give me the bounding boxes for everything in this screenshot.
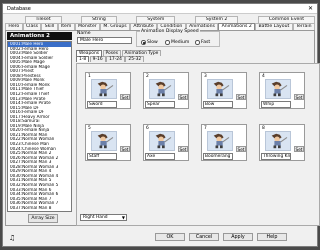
- ok-button[interactable]: OK: [155, 233, 185, 241]
- list-item[interactable]: 0037:Normal Man 8: [8, 206, 71, 211]
- weapon-name-field[interactable]: Spear: [145, 101, 175, 108]
- weapon-name-field[interactable]: Bow: [203, 101, 233, 108]
- speed-radio-fast[interactable]: Fast: [195, 40, 210, 45]
- music-note-icon[interactable]: ♫: [9, 234, 15, 242]
- hero-sprite-icon: [207, 131, 233, 151]
- hero-sprite-icon: [207, 79, 233, 99]
- range-tab[interactable]: 17-24: [106, 56, 125, 62]
- list-header: Animations 2: [7, 32, 72, 40]
- cancel-button[interactable]: Cancel: [189, 233, 219, 241]
- set-button[interactable]: Set: [236, 94, 246, 100]
- tab-content: Animations 2 0001:Male Hero 0002:Female H…: [5, 29, 320, 226]
- close-icon[interactable]: ✕: [308, 5, 313, 12]
- apply-button[interactable]: Apply: [223, 233, 253, 241]
- weapon-cell: 3 Set Bow: [201, 72, 247, 109]
- tab-battle-layout[interactable]: Battle Layout: [255, 23, 293, 30]
- speed-group: Animation Display Speed Slow Medium Fast: [136, 29, 220, 47]
- tab-blank: [238, 16, 258, 23]
- tab-hero[interactable]: Hero: [5, 23, 23, 30]
- tab-blank: [175, 16, 195, 23]
- tab-system-2[interactable]: System 2: [194, 16, 239, 23]
- radio-icon: [165, 40, 170, 45]
- speed-radio-slow[interactable]: Slow: [141, 40, 158, 45]
- set-button[interactable]: Set: [294, 146, 304, 152]
- hero-sprite-icon: [91, 131, 117, 151]
- range-tab[interactable]: 1-8: [76, 56, 90, 62]
- tab-class[interactable]: Class: [22, 23, 42, 30]
- name-field[interactable]: Male Hero: [77, 37, 132, 44]
- set-button[interactable]: Set: [236, 146, 246, 152]
- radio-icon: [141, 40, 146, 45]
- tab-common-event[interactable]: Common Event: [257, 16, 315, 23]
- weapon-cell: 6 Set Axe: [143, 124, 189, 161]
- tab-m-groups[interactable]: M. Groups: [100, 23, 131, 30]
- set-button[interactable]: Set: [120, 146, 130, 152]
- weapon-cell: 1 Set Sword: [85, 72, 131, 109]
- speed-legend: Animation Display Speed: [140, 29, 200, 34]
- weapon-name-field[interactable]: Boomerang: [203, 153, 233, 160]
- hero-sprite-icon: [265, 79, 291, 99]
- name-label: Name: [77, 31, 91, 36]
- dialog-buttons: ♫ OK Cancel Apply Help: [3, 224, 317, 246]
- radio-icon: [195, 40, 200, 45]
- database-window: Database ✕ Tileset String System System 2 Co…: [2, 3, 320, 247]
- weapon-cell: 2 Set Spear: [143, 72, 189, 109]
- weapon-name-field[interactable]: Throwing Knife: [261, 153, 291, 160]
- help-button[interactable]: Help: [257, 233, 287, 241]
- tab-blank: [117, 16, 137, 23]
- tab-tileset[interactable]: Tileset: [24, 16, 62, 23]
- set-button[interactable]: Set: [120, 94, 130, 100]
- speed-radio-medium[interactable]: Medium: [165, 40, 189, 45]
- animation-list[interactable]: 0001:Male Hero 0002:Female Hero 0003:Male …: [7, 41, 72, 212]
- weapon-name-field[interactable]: Sword: [87, 101, 117, 108]
- range-tabs: 1-8 9-16 17-24 25-32: [76, 56, 145, 62]
- window-title: Database: [7, 6, 31, 12]
- weapon-cell: 8SetThrowing Knife: [259, 124, 305, 161]
- set-button[interactable]: Set: [178, 146, 188, 152]
- tab-animations-2[interactable]: Animations 2: [218, 23, 256, 30]
- hand-select-value: Right Hand: [83, 215, 108, 220]
- chevron-down-icon: ▼: [121, 215, 125, 220]
- hero-sprite-icon: [149, 131, 175, 151]
- tab-skill[interactable]: Skill: [41, 23, 58, 30]
- hero-sprite-icon: [149, 79, 175, 99]
- weapon-name-field[interactable]: Whip: [261, 101, 291, 108]
- set-button[interactable]: Set: [178, 94, 188, 100]
- tab-terrain[interactable]: Terrain: [292, 23, 315, 30]
- set-button[interactable]: Set: [294, 94, 304, 100]
- tab-row-1: Tileset String System System 2 Common Event: [5, 16, 315, 23]
- weapon-cells: Right Hand ▼ 1 Set Sword 2 Set Spear 3 Set Bow 4 S…: [76, 63, 320, 226]
- tab-blank: [5, 16, 25, 23]
- weapon-cell: 5 Set Staff: [85, 124, 131, 161]
- hand-select[interactable]: Right Hand ▼: [80, 214, 127, 221]
- range-tab[interactable]: 9-16: [89, 56, 106, 62]
- tab-item[interactable]: Item: [57, 23, 75, 30]
- tab-monster[interactable]: Monster: [74, 23, 101, 30]
- tab-blank: [62, 16, 82, 23]
- range-tab[interactable]: 25-32: [125, 56, 145, 62]
- animation-editor: Name Male Hero Animation Display Speed S…: [76, 29, 320, 226]
- array-size-button[interactable]: Array Size: [28, 214, 58, 223]
- weapon-cell: 4 Set Whip: [259, 72, 305, 109]
- title-bar: Database ✕: [3, 4, 317, 14]
- hero-sprite-icon: [91, 79, 117, 99]
- tab-string[interactable]: String: [81, 16, 117, 23]
- tab-system[interactable]: System: [136, 16, 176, 23]
- hero-sprite-icon: [265, 131, 291, 151]
- weapon-cell: 7 Set Boomerang: [201, 124, 247, 161]
- animation-list-panel: Animations 2 0001:Male Hero 0002:Female H…: [6, 31, 74, 226]
- weapon-name-field[interactable]: Staff: [87, 153, 117, 160]
- weapon-name-field[interactable]: Axe: [145, 153, 175, 160]
